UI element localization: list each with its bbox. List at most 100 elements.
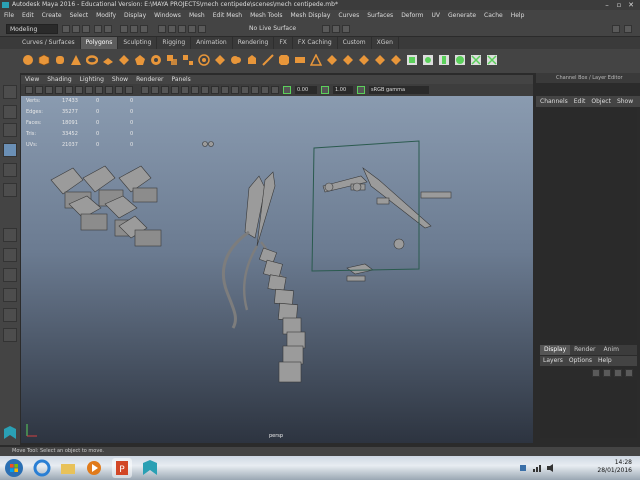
minimize-button[interactable]: – — [602, 1, 612, 9]
save-scene-icon[interactable] — [82, 25, 90, 33]
media-player-icon[interactable] — [84, 458, 104, 478]
color-management-icon[interactable] — [357, 86, 365, 94]
undo-icon[interactable] — [94, 25, 102, 33]
separate-icon[interactable] — [182, 54, 194, 66]
move-layer-up-icon[interactable] — [592, 369, 600, 377]
poly-torus-icon[interactable] — [86, 54, 98, 66]
xray-icon[interactable] — [251, 86, 259, 94]
layer-menu-options[interactable]: Options — [569, 356, 598, 366]
insert-edge-loop-icon[interactable] — [374, 54, 386, 66]
vp-menu-lighting[interactable]: Lighting — [76, 75, 108, 84]
offset-edge-loop-icon[interactable] — [390, 54, 402, 66]
poly-cone-icon[interactable] — [70, 54, 82, 66]
start-button-icon[interactable] — [4, 458, 24, 478]
ipr-render-icon[interactable] — [332, 25, 340, 33]
layer-menu-help[interactable]: Help — [598, 356, 618, 366]
powerpoint-icon[interactable]: P — [112, 458, 132, 478]
menu-surfaces[interactable]: Surfaces — [363, 10, 397, 21]
tab-xgen[interactable]: XGen — [372, 37, 399, 49]
safe-action-icon[interactable] — [115, 86, 123, 94]
tab-fx-caching[interactable]: FX Caching — [293, 37, 338, 49]
poly-sphere-icon[interactable] — [22, 54, 34, 66]
uv-layout-icon[interactable] — [486, 54, 498, 66]
tab-display[interactable]: Display — [540, 345, 571, 355]
anti-aliasing-icon[interactable] — [221, 86, 229, 94]
platonic-solid-icon[interactable] — [134, 54, 146, 66]
side-by-side-layout-button[interactable] — [3, 268, 17, 282]
cb-menu-edit[interactable]: Edit — [574, 96, 592, 107]
menu-mesh[interactable]: Mesh — [185, 10, 209, 21]
move-layer-down-icon[interactable] — [603, 369, 611, 377]
live-surface-field[interactable]: No Live Surface — [246, 24, 308, 34]
layer-menu-layers[interactable]: Layers — [543, 356, 569, 366]
new-empty-layer-icon[interactable] — [614, 369, 622, 377]
field-chart-icon[interactable] — [105, 86, 113, 94]
system-clock[interactable]: 14:28 28/01/2016 — [597, 459, 632, 475]
motion-blur-icon[interactable] — [211, 86, 219, 94]
automatic-mapping-icon[interactable] — [422, 54, 434, 66]
gate-mask-icon[interactable] — [95, 86, 103, 94]
new-scene-icon[interactable] — [62, 25, 70, 33]
tab-fx[interactable]: FX — [274, 37, 293, 49]
combine-icon[interactable] — [166, 54, 178, 66]
maximize-button[interactable]: ▫ — [614, 1, 624, 9]
poly-cylinder-icon[interactable] — [54, 54, 66, 66]
select-by-hierarchy-icon[interactable] — [120, 25, 128, 33]
tab-rendering[interactable]: Rendering — [233, 37, 275, 49]
poly-cube-icon[interactable] — [38, 54, 50, 66]
perspective-viewport[interactable]: Verts: 17433 0 0 Edges: 35277 0 0 Faces: 18091 0… — [21, 96, 533, 443]
poly-disc-icon[interactable] — [118, 54, 130, 66]
exposure-field[interactable]: 0.00 — [295, 86, 317, 94]
bookmarks-icon[interactable] — [45, 86, 53, 94]
tab-curves-surfaces[interactable]: Curves / Surfaces — [17, 37, 81, 49]
menu-modify[interactable]: Modify — [92, 10, 120, 21]
tray-volume-icon[interactable] — [546, 463, 556, 473]
menu-mesh-tools[interactable]: Mesh Tools — [246, 10, 286, 21]
cylindrical-mapping-icon[interactable] — [438, 54, 450, 66]
menu-curves[interactable]: Curves — [334, 10, 363, 21]
shadows-icon[interactable] — [191, 86, 199, 94]
merge-icon[interactable] — [342, 54, 354, 66]
new-layer-selected-icon[interactable] — [625, 369, 633, 377]
persp-graph-layout-button[interactable] — [3, 308, 17, 322]
scale-tool-button[interactable] — [3, 183, 17, 197]
extrude-icon[interactable] — [246, 54, 258, 66]
vp-menu-renderer[interactable]: Renderer — [132, 75, 167, 84]
append-polygon-icon[interactable] — [310, 54, 322, 66]
maya-taskbar-icon[interactable] — [140, 458, 160, 478]
menu-deform[interactable]: Deform — [397, 10, 427, 21]
mirror-icon[interactable] — [214, 54, 226, 66]
snap-point-icon[interactable] — [178, 25, 186, 33]
menu-uv[interactable]: UV — [428, 10, 445, 21]
show-hide-modeling-toolkit-icon[interactable] — [612, 25, 620, 33]
menu-help[interactable]: Help — [507, 10, 529, 21]
wireframe-icon[interactable] — [141, 86, 149, 94]
spherical-mapping-icon[interactable] — [454, 54, 466, 66]
textured-icon[interactable] — [171, 86, 179, 94]
bevel-icon[interactable] — [278, 54, 290, 66]
uv-editor-icon[interactable] — [470, 54, 482, 66]
vp-menu-show[interactable]: Show — [108, 75, 132, 84]
select-by-component-icon[interactable] — [140, 25, 148, 33]
boolean-union-icon[interactable] — [230, 54, 242, 66]
multi-cut-icon[interactable] — [262, 54, 274, 66]
lasso-tool-button[interactable] — [3, 105, 17, 119]
tab-sculpting[interactable]: Sculpting — [118, 37, 158, 49]
redo-icon[interactable] — [104, 25, 112, 33]
menu-create[interactable]: Create — [38, 10, 66, 21]
render-settings-icon[interactable] — [342, 25, 350, 33]
depth-of-field-icon[interactable] — [231, 86, 239, 94]
image-plane-icon[interactable] — [55, 86, 63, 94]
smooth-icon[interactable] — [198, 54, 210, 66]
gamma-field[interactable]: 1.00 — [333, 86, 353, 94]
tray-flag-icon[interactable] — [518, 463, 528, 473]
safe-title-icon[interactable] — [125, 86, 133, 94]
select-by-object-icon[interactable] — [130, 25, 138, 33]
resolution-gate-icon[interactable] — [85, 86, 93, 94]
tab-render[interactable]: Render — [570, 345, 599, 355]
tab-animation[interactable]: Animation — [191, 37, 233, 49]
menu-edit[interactable]: Edit — [18, 10, 38, 21]
four-pane-layout-button[interactable] — [3, 248, 17, 262]
planar-mapping-icon[interactable] — [406, 54, 418, 66]
view-transform-dropdown[interactable]: sRGB gamma — [369, 86, 429, 94]
